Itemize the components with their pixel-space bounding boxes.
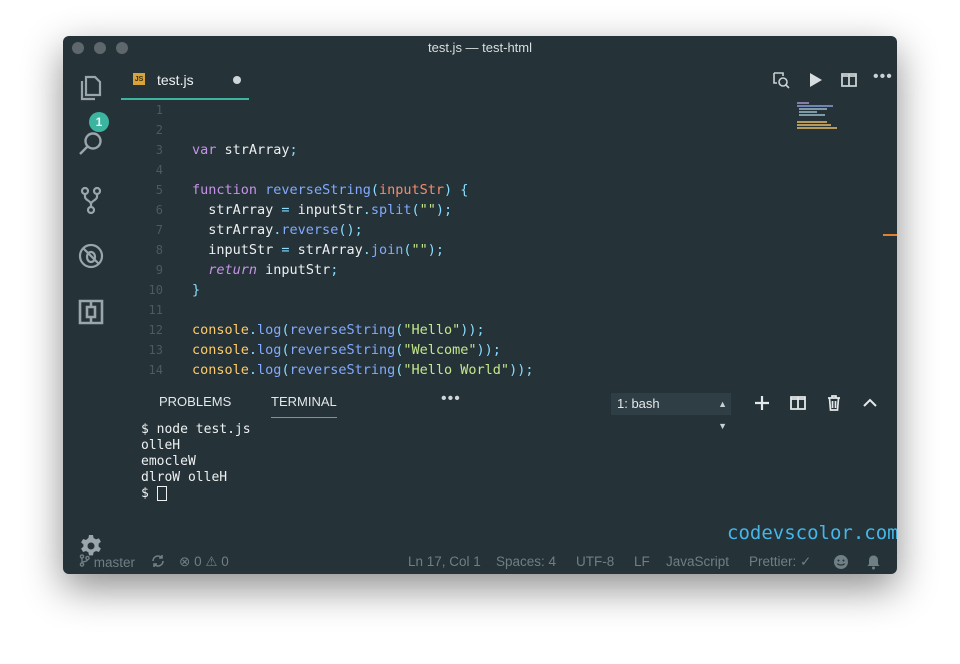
unsaved-dot-icon[interactable]: [233, 76, 241, 84]
code-line: var strArray;: [192, 142, 298, 158]
code-line: inputStr = strArray.join("");: [192, 242, 445, 258]
title-bar: test.js — test-html: [63, 36, 897, 60]
toggle-panel-icon[interactable]: [896, 394, 897, 412]
open-changes-icon[interactable]: [771, 70, 791, 90]
problems-summary[interactable]: ⊗ 0 ⚠ 0: [179, 554, 229, 570]
end-of-line[interactable]: LF: [634, 554, 650, 569]
files-icon[interactable]: [75, 72, 107, 104]
terminal-line: emocleW: [141, 454, 196, 469]
split-editor-icon[interactable]: [839, 70, 859, 90]
terminal-line: dlroW olleH: [141, 470, 228, 485]
editor-tab-bar: JS test.js •••: [119, 60, 897, 100]
terminal-output[interactable]: $ node test.js olleH emocleW dlroW olleH…: [141, 422, 251, 502]
branch-name: master: [93, 555, 136, 570]
line-number: 14: [148, 363, 163, 377]
error-count: 0: [194, 554, 202, 569]
feedback-smiley-icon[interactable]: [833, 554, 849, 573]
git-branch-icon: [79, 554, 90, 567]
search-icon[interactable]: [75, 128, 107, 160]
status-bar: master ⊗ 0 ⚠ 0 Ln 17, Col 1 Spaces: 4 UT…: [63, 550, 897, 574]
cursor-position[interactable]: Ln 17, Col 1: [408, 554, 481, 569]
code-line: strArray.reverse();: [192, 222, 363, 238]
code-line: console.log(reverseString("Welcome"));: [192, 342, 501, 358]
terminal-prompt-line[interactable]: $: [141, 486, 251, 502]
trash-icon[interactable]: [825, 394, 843, 412]
indentation[interactable]: Spaces: 4: [496, 554, 556, 569]
new-terminal-icon[interactable]: [753, 394, 771, 412]
debug-icon[interactable]: [75, 240, 107, 272]
line-number: 3: [155, 143, 163, 157]
line-number: 12: [148, 323, 163, 337]
line-number: 6: [155, 203, 163, 217]
terminal-cursor: [156, 486, 167, 501]
tab-terminal[interactable]: TERMINAL: [271, 394, 337, 418]
code-line: return inputStr;: [208, 262, 339, 278]
warning-count: 0: [221, 554, 229, 569]
line-number: 8: [155, 243, 163, 257]
activity-bar: 1: [63, 60, 119, 556]
terminal-select-value: 1: bash: [617, 396, 660, 411]
terminal-line: $ node test.js: [141, 422, 251, 437]
warning-icon: ⚠: [205, 554, 218, 569]
error-icon: ⊗: [179, 554, 191, 569]
encoding[interactable]: UTF-8: [576, 554, 614, 569]
prettier-status[interactable]: Prettier: ✓: [749, 554, 811, 570]
line-number: 10: [148, 283, 163, 297]
extensions-icon[interactable]: [75, 296, 107, 328]
split-terminal-icon[interactable]: [789, 394, 807, 412]
more-actions-icon[interactable]: •••: [873, 68, 893, 88]
line-number: 5: [155, 183, 163, 197]
maximize-panel-icon[interactable]: [861, 394, 879, 412]
code-line: console.log(reverseString("Hello"));: [192, 322, 485, 338]
bell-icon[interactable]: [866, 554, 881, 573]
code-editor[interactable]: 1 2 var strArray; 3 4 function reverseSt…: [119, 100, 897, 386]
javascript-file-icon: JS: [133, 73, 145, 85]
line-number: 4: [155, 163, 163, 177]
source-control-icon[interactable]: [75, 184, 107, 216]
terminal-select[interactable]: 1: bash ▲ ▼: [611, 393, 731, 431]
language-mode[interactable]: JavaScript: [666, 554, 729, 569]
code-line: function reverseString(inputStr) {: [192, 182, 469, 198]
code-line: }: [192, 282, 201, 298]
line-number: 13: [148, 343, 163, 357]
code-line: console.log(reverseString("Hello World")…: [192, 362, 534, 378]
sync-icon[interactable]: [151, 554, 165, 571]
line-number: 1: [155, 103, 163, 117]
terminal-prompt: $: [141, 486, 157, 501]
tab-test-js[interactable]: JS test.js: [121, 60, 249, 100]
watermark: codevscolor.com: [727, 522, 897, 544]
git-branch-item[interactable]: master: [79, 554, 135, 570]
line-number: 11: [148, 303, 163, 317]
tab-problems[interactable]: PROBLEMS: [159, 394, 231, 409]
tab-label: test.js: [157, 72, 194, 88]
line-number: 9: [155, 263, 163, 277]
minimap[interactable]: [797, 100, 847, 130]
code-line: strArray = inputStr.split("");: [192, 202, 453, 218]
run-icon[interactable]: [805, 70, 825, 90]
window-title: test.js — test-html: [427, 40, 533, 55]
select-arrows-icon: ▲ ▼: [718, 399, 727, 431]
terminal-line: olleH: [141, 438, 181, 453]
panel-more-icon[interactable]: •••: [441, 390, 461, 408]
line-number: 2: [155, 123, 163, 137]
panel-header: PROBLEMS TERMINAL ••• 1: bash ▲ ▼: [119, 388, 897, 431]
vscode-window: test.js — test-html 1 JS test.js ••• 1 2…: [63, 36, 897, 574]
line-number: 7: [155, 223, 163, 237]
scrollbar-marker[interactable]: [883, 234, 897, 236]
